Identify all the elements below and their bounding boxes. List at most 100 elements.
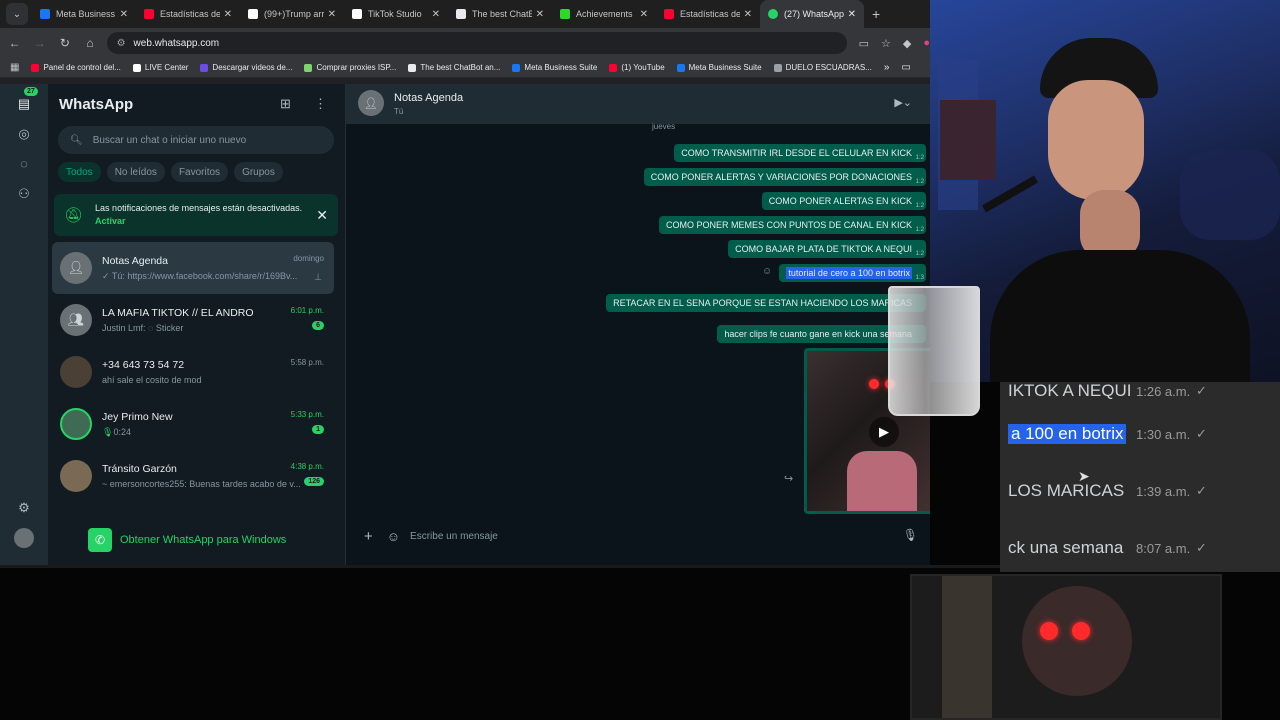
bookmark-item[interactable]: (1) YouTube [609, 63, 665, 72]
close-icon[interactable]: ✕ [120, 9, 128, 20]
filter-favorites[interactable]: Favoritos [170, 162, 229, 182]
message-time: 1:3 [915, 275, 924, 281]
menu-icon[interactable]: ⋮ [314, 96, 327, 112]
chat-time: 4:38 p.m. [290, 462, 324, 471]
tab-chatbot[interactable]: The best ChatB ✕ [448, 0, 552, 28]
bookmark-label: The best ChatBot an... [420, 63, 501, 72]
tab-search-button[interactable]: ⌄ [6, 3, 28, 25]
bookmark-item[interactable]: Comprar proxies ISP... [304, 63, 396, 72]
communities-icon[interactable]: ⚇ [14, 184, 34, 204]
message-bubble[interactable]: COMO PONER ALERTAS Y VARIACIONES POR DON… [643, 168, 926, 186]
close-icon[interactable]: ✕ [432, 9, 440, 20]
notification-text: Las notificaciones de mensajes están des… [95, 202, 316, 228]
attach-icon[interactable]: + [364, 528, 373, 545]
doll-head [1022, 586, 1132, 696]
close-icon[interactable]: ✕ [536, 9, 544, 20]
filter-unread[interactable]: No leídos [106, 162, 165, 182]
bookmark-favicon [512, 63, 521, 72]
status-icon[interactable]: ◎ [14, 124, 34, 144]
close-icon[interactable]: ✕ [316, 207, 328, 224]
unread-badge: 1 [312, 425, 324, 434]
chat-time: 5:58 p.m. [290, 358, 324, 367]
bookmark-item[interactable]: Meta Business Suite [512, 63, 597, 72]
more-bookmarks-icon[interactable]: » [884, 62, 890, 73]
folder-icon[interactable]: ▭ [901, 62, 910, 73]
conversation-header[interactable]: 👤︎ Notas Agenda Tú ▶︎⌄ [346, 84, 930, 124]
doll-eye [1040, 622, 1058, 640]
message-bubble[interactable]: COMO PONER MEMES CON PUNTOS DE CANAL EN … [658, 216, 926, 234]
reload-icon[interactable]: ↻ [54, 36, 75, 50]
tab-favicon [248, 9, 258, 19]
message-bubble[interactable]: RETACAR EN EL SENA PORQUE SE ESTAN HACIE… [606, 294, 926, 312]
list-item[interactable]: Jey Primo New 🎙︎0:24 5:33 p.m. 1 [52, 398, 334, 450]
close-icon[interactable]: ✕ [848, 9, 856, 20]
list-item[interactable]: 👥︎ LA MAFIA TIKTOK // EL ANDRO Justin Lmf… [52, 294, 334, 346]
play-icon[interactable]: ▶ [869, 417, 899, 447]
avatar[interactable] [14, 528, 34, 548]
chats-icon[interactable]: ▤ [14, 94, 34, 114]
profile-icon[interactable]: ● [923, 37, 930, 49]
tab-tiktok-trump[interactable]: (99+)Trump arri ✕ [240, 0, 344, 28]
message-bubble[interactable]: COMO TRANSMITIR IRL DESDE EL CELULAR EN … [674, 144, 926, 162]
settings-icon[interactable]: ⚙ [14, 498, 34, 518]
mic-icon[interactable]: 🎙︎ [903, 528, 918, 542]
close-icon[interactable]: ✕ [744, 9, 752, 20]
message-bubble[interactable]: COMO BAJAR PLATA DE TIKTOK A NEQUI 1:2 [728, 240, 926, 258]
filter-all[interactable]: Todos [58, 162, 101, 182]
site-info-icon[interactable]: ⚙ [117, 38, 126, 49]
home-icon[interactable]: ⌂ [79, 36, 100, 50]
message-text: hacer clips fe cuanto gane en kick una s… [724, 329, 912, 339]
cast-icon[interactable]: ▭ [859, 37, 869, 50]
bookmark-item[interactable]: LIVE Center [132, 63, 188, 72]
new-chat-icon[interactable]: ⊞ [280, 96, 291, 112]
doll-dress [847, 451, 917, 511]
sticker-icon[interactable]: ☺ [387, 529, 400, 544]
star-icon[interactable]: ☆ [881, 37, 891, 50]
bookmark-item[interactable]: The best ChatBot an... [408, 63, 500, 72]
message-bubble[interactable]: tutorial de cero a 100 en botrix 1:3 [779, 264, 926, 282]
unread-badge: 27 [24, 87, 38, 96]
person-shirt [990, 250, 1250, 382]
new-tab-button[interactable]: + [872, 6, 880, 22]
bookmark-item[interactable]: DUELO ESCUADRAS... [773, 63, 872, 72]
tab-estadisticas[interactable]: Estadísticas del ✕ [136, 0, 240, 28]
bookmark-label: Descargar videos de... [212, 63, 293, 72]
back-icon[interactable]: ← [4, 36, 25, 50]
bookmark-item[interactable]: Descargar videos de... [200, 63, 292, 72]
apps-icon[interactable]: ▦ [10, 62, 19, 73]
zoomed-message-time: 8:07 a.m. [1136, 540, 1191, 556]
message-input-bar: + ☺ Escribe un mensaje 🎙︎ [346, 516, 930, 556]
bookmark-item[interactable]: Panel de control del... [31, 63, 121, 72]
close-icon[interactable]: ✕ [640, 9, 648, 20]
forward-icon[interactable]: ↪ [784, 472, 793, 485]
tab-estadisticas-2[interactable]: Estadísticas del ✕ [656, 0, 760, 28]
message-time: 1:2 [915, 227, 924, 233]
tab-achievements[interactable]: Achievements ✕ [552, 0, 656, 28]
list-item[interactable]: 👤︎ Notas Agenda ✓ Tú: https://www.faceboo… [52, 242, 334, 294]
message-input[interactable]: Escribe un mensaje [410, 531, 498, 542]
extension-icon[interactable]: ◆ [903, 37, 911, 50]
tab-meta-business[interactable]: Meta Business S ✕ [32, 0, 136, 28]
search-input[interactable]: 🔍︎ Buscar un chat o iniciar uno nuevo [58, 126, 334, 154]
microphone-arm [982, 175, 1038, 213]
get-whatsapp-link[interactable]: ✆ Obtener WhatsApp para Windows [88, 528, 286, 552]
activate-link[interactable]: Activar [95, 216, 126, 226]
bookmark-item[interactable]: Meta Business Suite [676, 63, 762, 72]
url-field[interactable]: ⚙ web.whatsapp.com [106, 32, 847, 54]
panel-title: WhatsApp [59, 96, 134, 113]
video-call-icon[interactable]: ▶︎⌄ [894, 96, 912, 109]
tab-tiktok-studio[interactable]: TikTok Studio ✕ [344, 0, 448, 28]
list-item[interactable]: +34 643 73 54 72 ahí sale el cosito de mo… [52, 346, 334, 398]
list-item[interactable]: Tránsito Garzón ~ emersoncortes255: Buena… [52, 450, 334, 502]
tab-whatsapp[interactable]: (27) WhatsApp ✕ [760, 0, 864, 28]
close-icon[interactable]: ✕ [224, 9, 232, 20]
forward-icon[interactable]: → [29, 36, 50, 50]
message-bubble[interactable]: COMO PONER ALERTAS EN KICK 1:2 [761, 192, 926, 210]
nav-rail: ▤ 27 ◎ ◌ ⚇ ⚙ [0, 84, 48, 565]
emoji-react-icon[interactable]: ☺ [762, 266, 772, 277]
wall-picture [940, 100, 996, 180]
filter-groups[interactable]: Grupos [234, 162, 283, 182]
zoomed-message-text: LOS MARICAS [1008, 481, 1125, 500]
channels-icon[interactable]: ◌ [14, 154, 34, 174]
close-icon[interactable]: ✕ [328, 9, 336, 20]
